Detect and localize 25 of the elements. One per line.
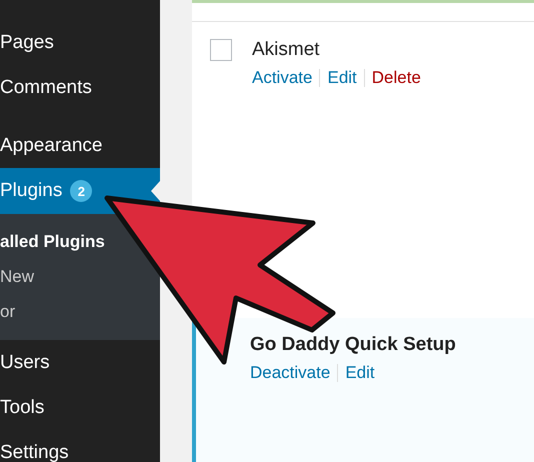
sidebar-item[interactable]: Pages	[0, 20, 160, 65]
sidebar-item[interactable]: Appearance	[0, 123, 160, 168]
submenu-item[interactable]: New	[0, 259, 34, 294]
menu-label: Settings	[0, 442, 69, 462]
plugin-checkbox[interactable]	[210, 39, 232, 61]
menu-label: Users	[0, 352, 50, 374]
menu-label: Pages	[0, 32, 54, 54]
action-link[interactable]: Edit	[345, 363, 375, 383]
menu-label: Comments	[0, 76, 92, 98]
count-badge: 2	[70, 180, 92, 202]
submenu-item[interactable]: alled Plugins	[0, 224, 105, 259]
sidebar-item[interactable]: Users	[0, 340, 160, 385]
action-link[interactable]: Edit	[327, 68, 357, 88]
submenu-item[interactable]: or	[0, 294, 16, 329]
menu-label: Appearance	[0, 134, 102, 156]
menu-label: Tools	[0, 396, 44, 418]
sidebar-item[interactable]: Comments	[0, 65, 160, 110]
plugin-name: Akismet	[252, 39, 320, 60]
action-link[interactable]: Delete	[372, 68, 421, 88]
sidebar-item[interactable]: Settings	[0, 430, 160, 462]
action-link[interactable]: Activate	[252, 68, 312, 88]
sidebar-item[interactable]: Tools	[0, 385, 160, 430]
menu-label: Plugins	[0, 180, 62, 202]
action-link[interactable]: Deactivate	[250, 363, 330, 383]
plugin-name: Go Daddy Quick Setup	[250, 334, 456, 355]
